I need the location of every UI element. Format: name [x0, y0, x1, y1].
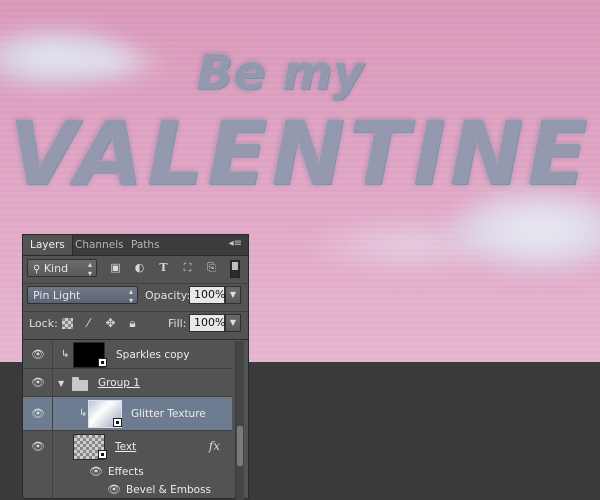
- image-filter-icon[interactable]: ▣: [109, 262, 122, 274]
- layer-name: Sparkles copy: [116, 349, 190, 361]
- select-arrows-icon: ▴ ▾: [87, 260, 92, 278]
- visibility-eye-icon[interactable]: 👁︎: [31, 349, 45, 360]
- filter-toggle-switch[interactable]: [230, 260, 240, 278]
- lock-all-icon[interactable]: 🔒︎: [126, 317, 139, 330]
- fill-input[interactable]: 100%: [189, 314, 225, 332]
- lock-brush-icon[interactable]: ⁄: [82, 317, 95, 330]
- opacity-dropdown-icon[interactable]: ▼: [225, 286, 241, 304]
- artwork-line-be-my: Be my: [196, 45, 364, 101]
- visibility-eye-icon[interactable]: 👁︎: [31, 408, 45, 419]
- layers-panel: Layers Channels Paths ◂≡ ⚲ Kind ▴ ▾ ▣ ◐ T…: [22, 234, 249, 500]
- layer-list-scrollbar[interactable]: [235, 341, 244, 500]
- visibility-eye-icon[interactable]: 👁︎: [31, 377, 45, 388]
- scrollbar-thumb[interactable]: [237, 426, 243, 466]
- layer-row-effects[interactable]: 👁︎ Effects: [23, 463, 232, 481]
- lock-transparency-icon[interactable]: [62, 318, 73, 329]
- adjustment-filter-icon[interactable]: ◐: [133, 262, 146, 274]
- tab-paths[interactable]: Paths: [124, 235, 167, 255]
- filter-kind-select[interactable]: ⚲ Kind ▴ ▾: [27, 259, 97, 278]
- blend-mode-value: Pin Light: [33, 289, 81, 302]
- tab-channels[interactable]: Channels: [68, 235, 131, 255]
- fill-dropdown-icon[interactable]: ▼: [225, 314, 241, 332]
- layer-effects-fx-icon[interactable]: fx: [209, 439, 220, 453]
- opacity-label: Opacity:: [145, 289, 191, 302]
- visibility-column-divider: [52, 481, 53, 500]
- smart-object-badge-icon: [98, 358, 107, 367]
- effects-label: Effects: [108, 466, 144, 478]
- expand-triangle-icon[interactable]: ▼: [58, 379, 64, 388]
- search-icon: ⚲: [33, 264, 41, 275]
- lock-fill-row: Lock: ⁄ ✥ 🔒︎ Fill: 100% ▼: [27, 314, 244, 334]
- lock-position-icon[interactable]: ✥: [104, 317, 117, 330]
- effects-visibility-eye-icon[interactable]: 👁︎: [89, 466, 103, 477]
- filter-kind-label: Kind: [43, 262, 69, 275]
- panel-separator: [23, 311, 248, 312]
- panel-separator: [23, 339, 248, 340]
- visibility-column-divider: [52, 341, 53, 368]
- visibility-eye-icon[interactable]: 👁︎: [31, 441, 45, 452]
- layer-filter-row: ⚲ Kind ▴ ▾ ▣ ◐ T ⛶ ⎘: [27, 259, 244, 279]
- layer-list: 👁︎ ↳ Sparkles copy 👁︎ ▼ Group 1 👁︎ ↳ Gli…: [23, 341, 248, 500]
- tab-layers[interactable]: Layers: [23, 235, 73, 255]
- type-filter-icon[interactable]: T: [157, 262, 170, 274]
- layer-row-group-1[interactable]: 👁︎ ▼ Group 1: [23, 369, 232, 397]
- layer-name: Text: [115, 441, 137, 453]
- visibility-column-divider: [52, 431, 53, 463]
- shape-filter-icon[interactable]: ⛶: [181, 262, 194, 274]
- folder-icon: [72, 377, 88, 391]
- artwork-line-valentine: VALENTINE: [8, 102, 592, 205]
- fill-label: Fill:: [168, 317, 187, 330]
- opacity-input[interactable]: 100%: [189, 286, 225, 304]
- layer-row-sparkles-copy[interactable]: 👁︎ ↳ Sparkles copy: [23, 341, 232, 369]
- clipping-arrow-icon: ↳: [61, 349, 70, 360]
- effect-visibility-eye-icon[interactable]: 👁︎: [107, 484, 121, 495]
- panel-separator: [23, 283, 248, 284]
- layer-name: Group 1: [98, 377, 140, 389]
- layer-row-text[interactable]: 👁︎ Text fx: [23, 431, 232, 463]
- smart-object-badge-icon: [113, 418, 122, 427]
- visibility-column-divider: [52, 463, 53, 481]
- lock-label: Lock:: [29, 317, 58, 330]
- select-arrows-icon: ▴ ▾: [128, 287, 133, 305]
- visibility-column-divider: [52, 369, 53, 396]
- effect-name: Bevel & Emboss: [126, 484, 212, 496]
- panel-tab-bar: Layers Channels Paths ◂≡: [23, 235, 248, 256]
- visibility-column-divider: [52, 397, 53, 430]
- blend-opacity-row: Pin Light ▴ ▾ Opacity: 100% ▼: [27, 286, 244, 306]
- blend-mode-select[interactable]: Pin Light ▴ ▾: [27, 286, 138, 305]
- layer-name: Glitter Texture: [131, 408, 206, 420]
- panel-menu-icon[interactable]: ◂≡: [229, 238, 242, 249]
- clipping-arrow-icon: ↳: [79, 408, 88, 419]
- layer-row-glitter-texture[interactable]: 👁︎ ↳ Glitter Texture: [23, 397, 232, 431]
- layer-row-bevel-emboss[interactable]: 👁︎ Bevel & Emboss: [23, 481, 232, 500]
- smart-object-filter-icon[interactable]: ⎘: [205, 262, 218, 274]
- smart-object-badge-icon: [98, 450, 107, 459]
